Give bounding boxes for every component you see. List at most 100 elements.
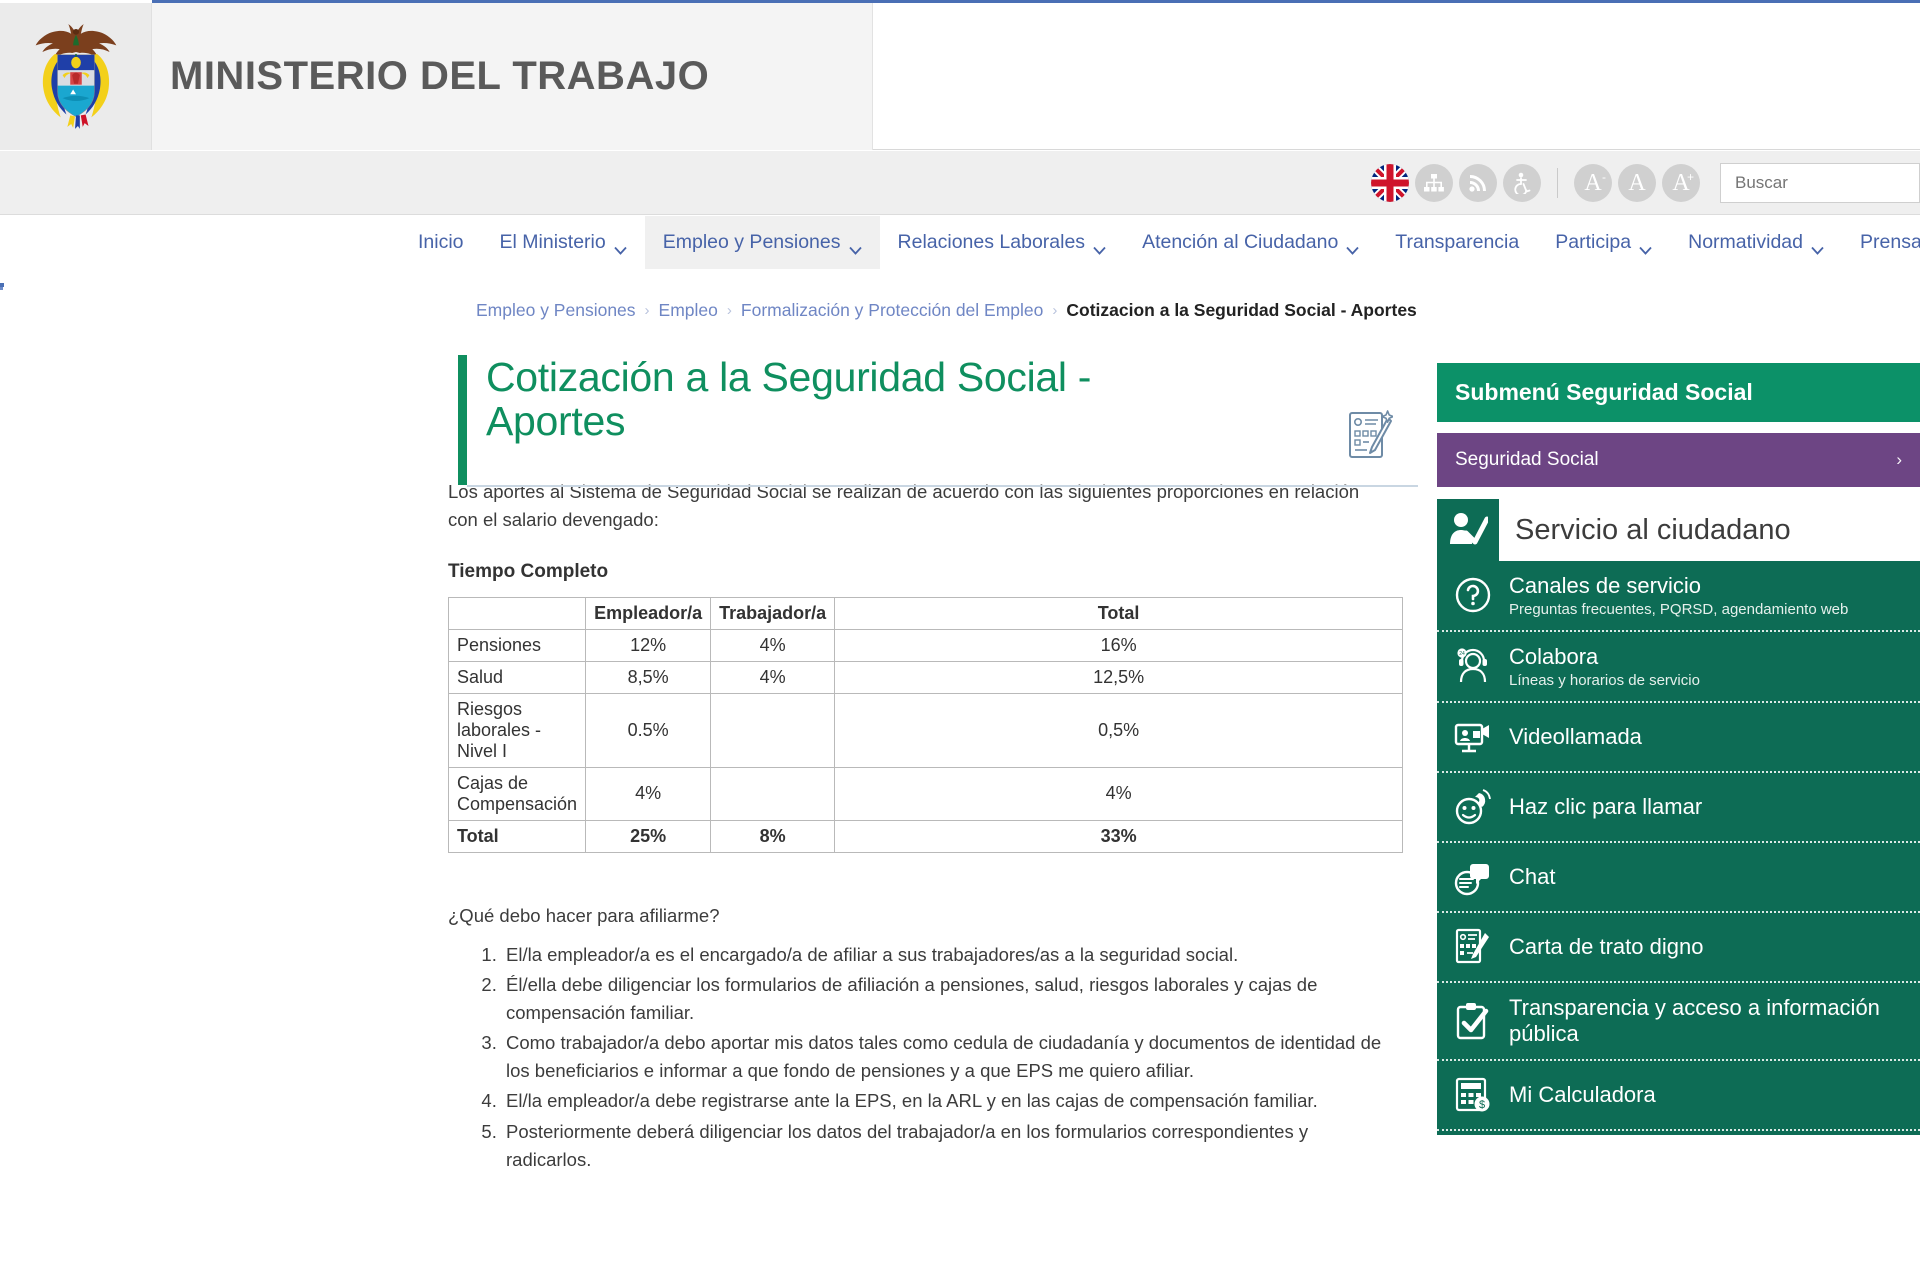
font-size-normal-button[interactable]: A — [1618, 164, 1656, 202]
clipboard-check-icon — [1451, 999, 1495, 1043]
cell-concept: Salud — [447, 660, 587, 694]
cell-empleador: 4% — [585, 766, 712, 821]
sidebar-service-item[interactable]: Chat — [1437, 843, 1920, 913]
accessibility-icon[interactable] — [1503, 164, 1541, 202]
cell-trabajador — [710, 766, 836, 821]
font-decrease-sign: - — [1602, 170, 1606, 184]
col-total: Total — [834, 596, 1403, 630]
sidebar-service-subtitle: Líneas y horarios de servicio — [1509, 671, 1700, 689]
sitemap-glyph — [1424, 174, 1444, 192]
search-box[interactable] — [1720, 163, 1920, 203]
chevron-down-icon — [1346, 238, 1359, 255]
utility-toolbar-items: A - A A + — [1371, 151, 1920, 215]
submenu-header: Submenú Seguridad Social — [1437, 363, 1920, 422]
citizen-service-items: Canales de servicio Preguntas frecuentes,… — [1437, 561, 1920, 1135]
nav-item-label: Empleo y Pensiones — [662, 231, 841, 253]
breadcrumb-link[interactable]: Empleo y Pensiones — [476, 300, 636, 321]
table-row: Riesgos laborales - Nivel I 0.5% 0,5% — [447, 692, 1403, 768]
font-decrease-label: A — [1584, 170, 1602, 196]
uk-flag-glyph — [1371, 164, 1409, 202]
sidebar-service-title: Mi Calculadora — [1509, 1081, 1656, 1107]
sidebar-service-subtitle: Preguntas frecuentes, PQRSD, agendamient… — [1509, 600, 1849, 618]
sidebar-service-item[interactable]: Canales de servicio Preguntas frecuentes,… — [1437, 561, 1920, 632]
search-input[interactable] — [1733, 172, 1907, 194]
sidebar-service-title: Transparencia y acceso a información púb… — [1509, 994, 1880, 1046]
cell-total: 0,5% — [834, 692, 1403, 768]
col-concept — [447, 596, 587, 630]
font-size-increase-button[interactable]: A + — [1662, 164, 1700, 202]
svg-text:24: 24 — [1459, 651, 1465, 657]
site-header-inner: MINISTERIO DEL TRABAJO — [0, 3, 873, 150]
chat-bubble-icon — [1451, 855, 1495, 899]
breadcrumb-link[interactable]: Empleo — [659, 300, 718, 321]
faq-steps-list: El/la empleador/a es el encargado/a de a… — [478, 941, 1383, 1174]
nav-item-label: Transparencia — [1395, 231, 1520, 253]
uk-flag-icon[interactable] — [1371, 164, 1409, 202]
cell-trabajador: 4% — [710, 628, 836, 662]
click-to-call-icon — [1451, 785, 1495, 829]
breadcrumb: Empleo y Pensiones › Empleo › Formalización … — [476, 300, 1417, 321]
nav-item-el-ministerio[interactable]: El Ministerio — [482, 216, 645, 269]
sidebar-service-item[interactable]: 24 Colabora Líneas y horarios de servicio — [1437, 632, 1920, 703]
main-navigation: Inicio El Ministerio Empleo y Pensiones Rel… — [0, 216, 1920, 269]
page-title: Cotización a la Seguridad Social - Aport… — [486, 354, 1092, 445]
nav-item-transparencia[interactable]: Transparencia — [1377, 216, 1537, 269]
nav-item-prensa[interactable]: Prensa — [1842, 216, 1920, 269]
document-pencil-icon — [1451, 925, 1495, 969]
font-size-decrease-button[interactable]: A - — [1574, 164, 1612, 202]
rss-icon[interactable] — [1459, 164, 1497, 202]
nav-item-empleo-y-pensiones[interactable]: Empleo y Pensiones — [644, 216, 880, 269]
table-caption: Tiempo Completo — [448, 560, 609, 582]
sidebar-service-item[interactable]: Videollamada — [1437, 703, 1920, 773]
faq-question: ¿Qué debo hacer para afiliarme? — [448, 904, 720, 926]
sidebar-service-item[interactable]: Haz clic para llamar — [1437, 773, 1920, 843]
table-row: Total 25% 8% 33% — [447, 819, 1403, 853]
sidebar-service-title: Carta de trato digno — [1509, 933, 1704, 959]
sidebar-service-text: Videollamada — [1509, 724, 1642, 750]
breadcrumb-separator: › — [726, 302, 732, 319]
sitemap-icon[interactable] — [1415, 164, 1453, 202]
faq-step: Él/ella debe diligenciar los formularios… — [502, 971, 1383, 1027]
table-row: Salud 8,5% 4% 12,5% — [447, 660, 1403, 694]
cell-total: 12,5% — [834, 660, 1403, 694]
rss-glyph — [1469, 175, 1486, 192]
sidebar-service-item[interactable]: Carta de trato digno — [1437, 913, 1920, 983]
sidebar-service-item[interactable]: $ Mi Calculadora — [1437, 1061, 1920, 1131]
sidebar-service-title: Haz clic para llamar — [1509, 793, 1703, 819]
nav-item-label: Relaciones Laborales — [897, 231, 1086, 253]
nav-item-normatividad[interactable]: Normatividad — [1670, 216, 1842, 269]
cell-trabajador — [710, 692, 836, 768]
cell-trabajador: 4% — [710, 660, 836, 694]
sidebar-service-item[interactable]: Transparencia y acceso a información púb… — [1437, 983, 1920, 1061]
nav-item-participa[interactable]: Participa — [1537, 216, 1670, 269]
form-document-pencil-icon — [1347, 410, 1394, 467]
citizen-service-title: Servicio al ciudadano — [1515, 513, 1791, 546]
breadcrumb-current: Cotizacion a la Seguridad Social - Aport… — [1066, 300, 1417, 320]
nav-item-label: Participa — [1555, 231, 1632, 253]
nav-item-relaciones-laborales[interactable]: Relaciones Laborales — [880, 216, 1125, 269]
right-sidebar: Submenú Seguridad Social Seguridad Socia… — [1437, 363, 1920, 1135]
sidebar-service-title: Videollamada — [1509, 723, 1642, 749]
citizen-service-icon — [1437, 499, 1499, 561]
video-call-icon — [1451, 715, 1495, 759]
breadcrumb-separator: › — [1052, 302, 1058, 319]
nav-item-inicio[interactable]: Inicio — [400, 216, 482, 269]
svg-text:$: $ — [1479, 1099, 1485, 1111]
nav-item-atenci-n-al-ciudadano[interactable]: Atención al Ciudadano — [1124, 216, 1377, 269]
left-accent-notch-2 — [0, 287, 3, 290]
cell-total: 16% — [834, 628, 1403, 662]
logo-box[interactable] — [0, 3, 152, 150]
table-header-row: Empleador/a Trabajador/a Total — [447, 596, 1403, 630]
breadcrumb-link[interactable]: Formalización y Protección del Empleo — [741, 300, 1044, 321]
nav-item-label: Normatividad — [1688, 231, 1803, 253]
cell-empleador: 12% — [585, 628, 712, 662]
cell-concept: Cajas de Compensación — [447, 766, 587, 821]
cell-concept: Pensiones — [447, 628, 587, 662]
cell-concept: Riesgos laborales - Nivel I — [447, 692, 587, 768]
cell-empleador: 0.5% — [585, 692, 712, 768]
sidebar-item-seguridad-social[interactable]: Seguridad Social › — [1437, 433, 1920, 487]
col-empleador: Empleador/a — [585, 596, 712, 630]
sidebar-service-text: Mi Calculadora — [1509, 1082, 1656, 1108]
faq-step: El/la empleador/a es el encargado/a de a… — [502, 941, 1383, 969]
title-accent-bar — [458, 355, 467, 485]
